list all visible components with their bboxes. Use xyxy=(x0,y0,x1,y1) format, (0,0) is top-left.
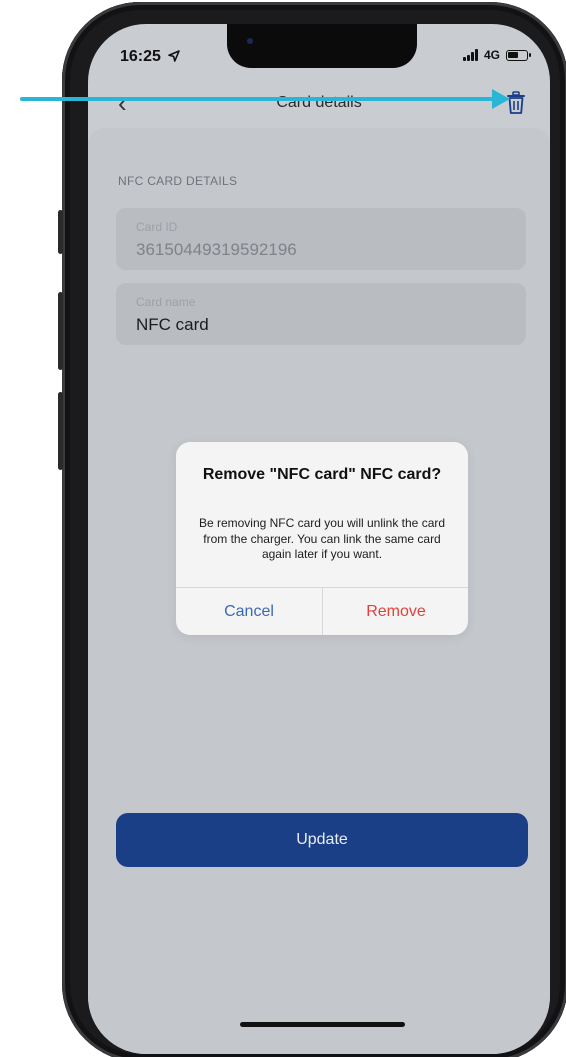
card-name-value[interactable]: NFC card xyxy=(136,315,209,335)
card-id-field: Card ID 36150449319592196 xyxy=(116,208,526,270)
page-title: Card details xyxy=(276,94,362,111)
mute-switch xyxy=(58,210,63,254)
card-name-field[interactable]: Card name NFC card xyxy=(116,283,526,345)
network-label: 4G xyxy=(483,48,500,62)
remove-card-dialog: Remove "NFC card" NFC card? Be removing … xyxy=(176,442,468,635)
location-arrow-icon xyxy=(168,50,181,62)
dialog-title: Remove "NFC card" NFC card? xyxy=(202,466,442,483)
card-id-label: Card ID xyxy=(136,220,178,234)
status-right: 4G xyxy=(462,48,531,62)
phone-screen: 16:25 4G ‹ Card details NFC CARD DETAILS… xyxy=(88,24,550,1054)
section-label: NFC CARD DETAILS xyxy=(118,174,238,188)
status-time: 16:25 xyxy=(120,48,181,66)
status-time-text: 16:25 xyxy=(120,48,161,65)
dialog-message: Be removing NFC card you will unlink the… xyxy=(198,516,446,561)
card-name-label: Card name xyxy=(136,295,196,309)
volume-up-button xyxy=(58,292,63,370)
trash-icon[interactable] xyxy=(506,91,526,115)
remove-button[interactable]: Remove xyxy=(323,588,468,635)
update-button[interactable]: Update xyxy=(116,813,528,867)
battery-icon xyxy=(506,49,531,61)
home-indicator[interactable] xyxy=(240,1022,405,1027)
cancel-button[interactable]: Cancel xyxy=(176,588,322,635)
stage: 16:25 4G ‹ Card details NFC CARD DETAILS… xyxy=(0,0,566,1057)
camera-icon xyxy=(247,38,253,44)
signal-icon xyxy=(462,49,478,61)
notch xyxy=(227,24,417,68)
volume-down-button xyxy=(58,392,63,470)
card-id-value: 36150449319592196 xyxy=(136,240,297,259)
navbar: ‹ Card details xyxy=(88,86,550,126)
